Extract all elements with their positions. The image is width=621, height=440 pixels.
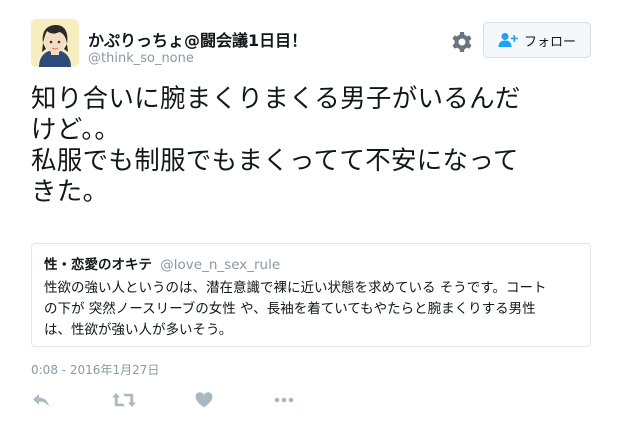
quoted-text-line: の下が 突然ノースリーブの女性 や、長袖を着ていてもやたらと腕まくりする男性 xyxy=(44,301,536,317)
user-avatar[interactable] xyxy=(31,19,79,67)
gear-icon[interactable] xyxy=(450,30,474,54)
user-display-name[interactable]: かぷりっちょ@闘会議1日目！ xyxy=(88,27,307,51)
retweet-icon[interactable] xyxy=(111,390,139,412)
quoted-tweet-header: 性・恋愛のオキテ @love_n_sex_rule xyxy=(44,253,578,273)
follow-button[interactable]: フォロー xyxy=(483,22,591,58)
reply-icon[interactable] xyxy=(31,390,57,412)
add-user-icon xyxy=(498,33,518,47)
tweet-text-line: きた。 xyxy=(31,177,109,207)
quoted-text-line: 性欲の強い人というのは、潜在意識で裸に近い状態を求めている そうです。コート xyxy=(44,280,547,296)
quoted-tweet-card[interactable]: 性・恋愛のオキテ @love_n_sex_rule 性欲の強い人というのは、潜在… xyxy=(31,243,591,347)
more-icon[interactable] xyxy=(273,390,299,412)
avatar-illustration-icon xyxy=(31,19,79,67)
tweet-text-line: 知り合いに腕まくりまくる男子がいるんだ xyxy=(31,84,521,114)
tweet-header: かぷりっちょ@闘会議1日目！ @think_so_none フォロー xyxy=(31,19,591,79)
tweet-text-line: けど。。 xyxy=(31,115,121,145)
quoted-tweet-text: 性欲の強い人というのは、潜在意識で裸に近い状態を求めている そうです。コート の… xyxy=(44,278,578,341)
quoted-text-line: は、性欲が強い人が多いそう。 xyxy=(44,322,233,338)
tweet-actions xyxy=(31,390,331,414)
tweet-timestamp[interactable]: 0:08 - 2016年1月27日 xyxy=(31,361,159,378)
tweet-text-line: 私服でも制服でもまくってて不安になって xyxy=(31,146,519,176)
follow-label: フォロー xyxy=(523,34,576,50)
quoted-user-name: 性・恋愛のオキテ xyxy=(44,257,152,273)
quoted-user-handle: @love_n_sex_rule xyxy=(160,257,281,273)
user-handle[interactable]: @think_so_none xyxy=(88,51,194,66)
tweet-text: 知り合いに腕まくりまくる男子がいるんだ けど。。 私服でも制服でもまくってて不安… xyxy=(31,84,591,208)
like-icon[interactable] xyxy=(194,390,220,412)
